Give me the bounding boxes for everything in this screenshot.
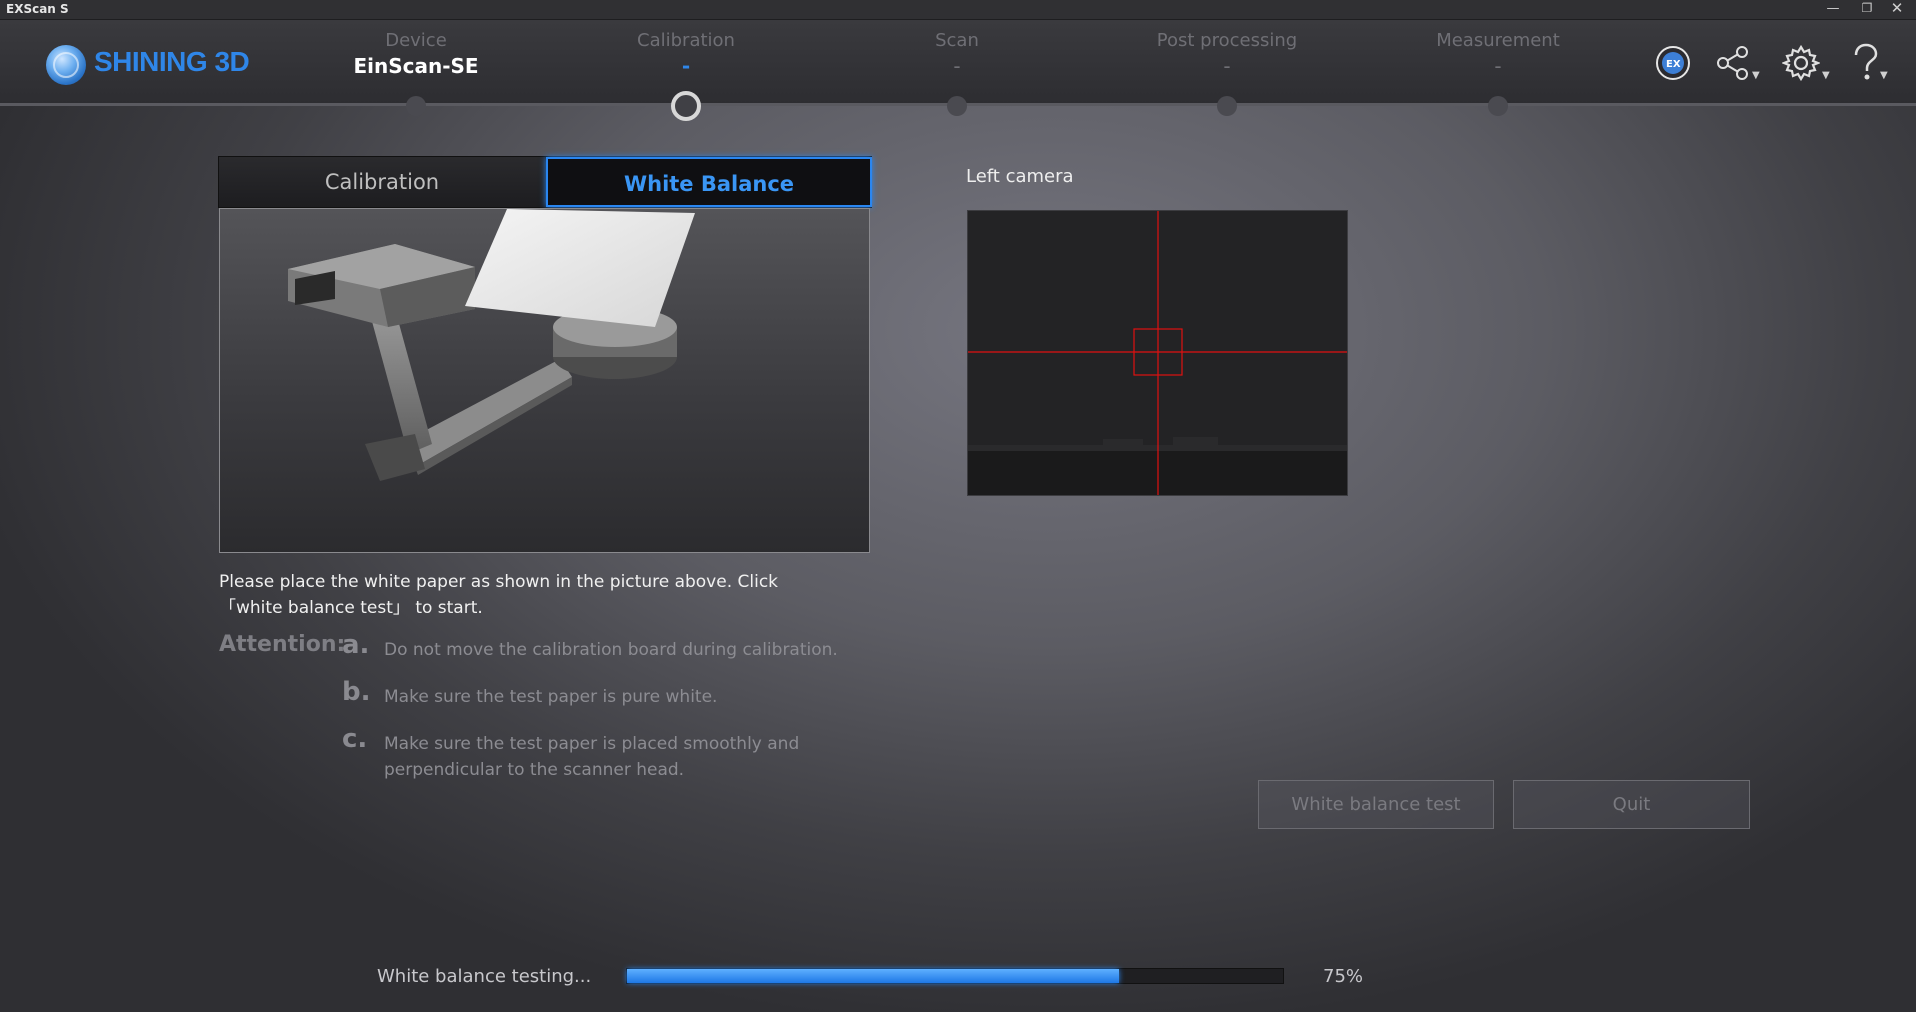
- svg-text:EX: EX: [1666, 59, 1681, 70]
- white-balance-illustration: [219, 208, 870, 553]
- attention-title: Attention:: [219, 632, 346, 657]
- app-title: EXScan S: [6, 2, 69, 16]
- attention-letter-c: c.: [342, 724, 368, 754]
- tab-calibration[interactable]: Calibration: [219, 157, 545, 207]
- attention-item-b: Make sure the test paper is pure white.: [384, 687, 718, 707]
- step-calibration[interactable]: Calibration -: [576, 30, 796, 80]
- step-value: -: [1494, 54, 1502, 78]
- share-dropdown-icon[interactable]: ▼: [1752, 70, 1760, 81]
- help-icon[interactable]: [1850, 43, 1880, 83]
- attention-item-c: Make sure the test paper is placed smoot…: [384, 734, 800, 780]
- gear-icon[interactable]: [1782, 43, 1820, 83]
- attention-letter-b: b.: [342, 677, 371, 707]
- shining3d-logo-icon: [46, 45, 86, 85]
- camera-label: Left camera: [966, 166, 1074, 187]
- progress-percent: 75%: [1323, 966, 1364, 987]
- step-value: -: [681, 54, 691, 78]
- brand-name: SHINING 3D: [94, 46, 250, 77]
- help-dropdown-icon[interactable]: ▼: [1880, 70, 1888, 81]
- step-dot-device: [406, 96, 426, 116]
- step-label: Calibration: [637, 30, 735, 51]
- step-value: EinScan-SE: [353, 54, 479, 78]
- step-dot-calibration: [671, 91, 701, 121]
- close-button[interactable]: ✕: [1884, 0, 1910, 19]
- step-dot-scan: [947, 96, 967, 116]
- title-bar: EXScan S — ❐ ✕: [0, 0, 1916, 20]
- step-device[interactable]: Device EinScan-SE: [306, 30, 526, 80]
- progress-label: White balance testing...: [377, 966, 592, 987]
- left-camera-view: [967, 210, 1348, 496]
- calibration-tabs: Calibration White Balance: [218, 156, 872, 208]
- step-scan[interactable]: Scan -: [847, 30, 1067, 80]
- ex-model-icon[interactable]: EX: [1655, 43, 1691, 83]
- restore-button[interactable]: ❐: [1854, 0, 1880, 19]
- step-post-processing[interactable]: Post processing -: [1117, 30, 1337, 80]
- instruction-text: Please place the white paper as shown in…: [219, 569, 859, 621]
- step-label: Scan: [935, 30, 979, 51]
- step-label: Post processing: [1156, 30, 1298, 51]
- scanner-setup-image: [288, 209, 695, 481]
- camera-feed: [968, 211, 1347, 495]
- step-dot-post-processing: [1217, 96, 1237, 116]
- instruction-line-1: Please place the white paper as shown in…: [219, 572, 779, 592]
- quit-button[interactable]: Quit: [1513, 780, 1750, 829]
- tab-white-balance[interactable]: White Balance: [546, 157, 872, 207]
- progress-fill: [627, 969, 1119, 983]
- white-balance-test-button[interactable]: White balance test: [1258, 780, 1494, 829]
- settings-dropdown-icon[interactable]: ▼: [1822, 70, 1830, 81]
- step-dot-measurement: [1488, 96, 1508, 116]
- instruction-line-2: 「white balance test」 to start.: [219, 598, 483, 618]
- step-value: -: [1223, 54, 1231, 78]
- attention-item-a: Do not move the calibration board during…: [384, 640, 838, 660]
- step-measurement[interactable]: Measurement -: [1388, 30, 1608, 80]
- minimize-button[interactable]: —: [1820, 0, 1846, 19]
- progress-bar: [626, 968, 1284, 984]
- attention-letter-a: a.: [342, 630, 370, 660]
- step-label: Measurement: [1436, 30, 1560, 51]
- step-value: -: [953, 54, 961, 78]
- step-label: Device: [385, 30, 447, 51]
- share-icon[interactable]: [1715, 43, 1751, 83]
